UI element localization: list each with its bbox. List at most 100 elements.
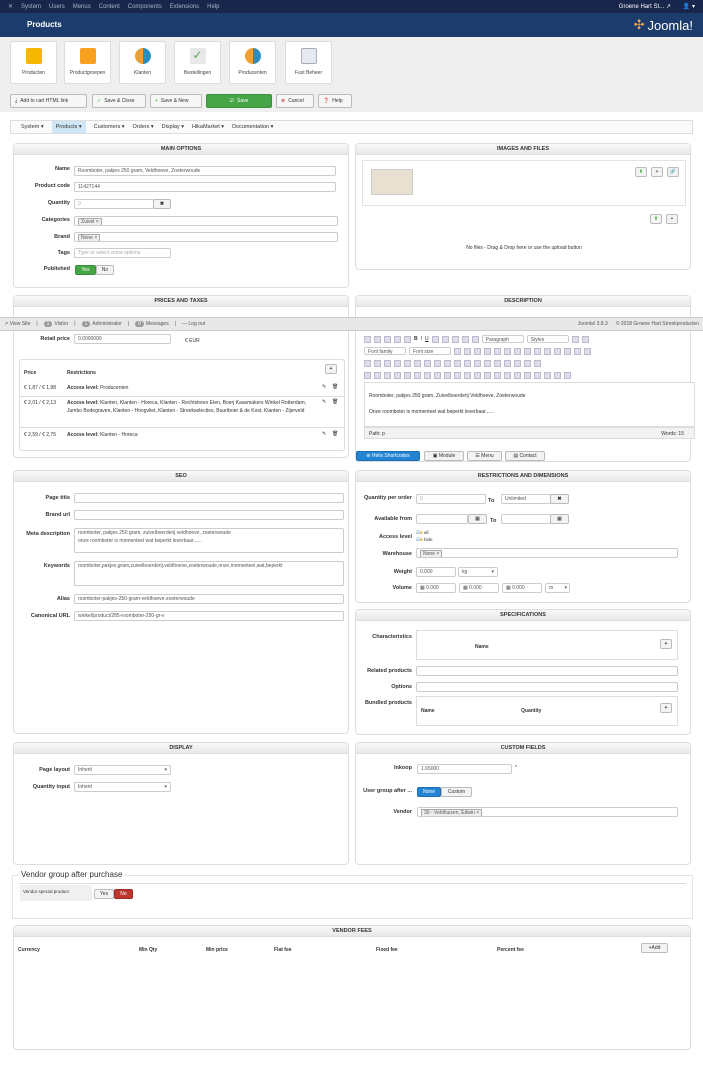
menu-extensions[interactable]: Extensions <box>170 4 199 10</box>
add-image-icon[interactable]: + <box>651 167 663 177</box>
page-title-input[interactable] <box>74 493 344 503</box>
add-to-cart-link-button[interactable]: ⤓ Add to cart HTML link <box>10 94 87 108</box>
volume-unit-select[interactable]: m ▾ <box>545 583 570 593</box>
vendor-special-no[interactable]: No <box>114 889 133 899</box>
vendor-special-yes[interactable]: Yes <box>94 889 114 899</box>
quickicon-fust-beheer[interactable]: Fust Beheer <box>285 41 332 84</box>
upload-file-icon[interactable]: ⬆ <box>650 214 662 224</box>
retail-price-input[interactable]: 0.0000000 <box>74 334 171 344</box>
brand-url-input[interactable] <box>74 510 344 520</box>
page-layout-select[interactable]: Inherit ▾ <box>74 765 171 775</box>
available-from-input[interactable] <box>416 514 468 524</box>
hika-customers[interactable]: Customers ▾ <box>94 124 125 130</box>
logout-link[interactable]: — Log out <box>182 321 205 327</box>
menu-system[interactable]: System <box>21 4 41 10</box>
save-new-button[interactable]: + Save & New <box>150 94 202 108</box>
contact-button[interactable]: ▤ Contact <box>505 451 545 461</box>
quickicon-klanten[interactable]: Klanten <box>119 41 166 84</box>
published-no[interactable]: No <box>96 265 114 275</box>
category-chip[interactable]: Zuivel × <box>78 218 102 225</box>
font-family-select[interactable]: Font family <box>364 347 406 355</box>
view-site-link[interactable]: ↗ View Site <box>4 321 30 327</box>
related-products-input[interactable] <box>416 666 678 676</box>
files-dropzone[interactable]: No files - Drag & Drop here or use the u… <box>356 245 692 251</box>
module-button[interactable]: ▣ Module <box>424 451 464 461</box>
save-button[interactable]: ☑ Save <box>206 94 272 108</box>
add-price-button[interactable]: + <box>325 364 337 374</box>
user-group-none[interactable]: None <box>417 787 441 797</box>
clear-qty-max-button[interactable]: ✖ <box>550 494 569 504</box>
options-input[interactable] <box>416 682 678 692</box>
categories-input[interactable]: Zuivel × <box>74 216 338 226</box>
menu-button[interactable]: ☰ Menu <box>467 451 502 461</box>
brand-input[interactable]: None × <box>74 232 338 242</box>
trash-icon[interactable]: 🗑 <box>332 384 338 390</box>
product-code-input[interactable]: 11427144 <box>74 182 336 192</box>
weight-unit-select[interactable]: kg ▾ <box>458 567 498 577</box>
add-characteristic-button[interactable]: + <box>660 639 672 649</box>
name-input[interactable]: Roomboter, pakjes 250 gram, Veldhoeve, Z… <box>74 166 336 176</box>
link-image-icon[interactable]: 🔗 <box>667 167 679 177</box>
access-hide-checkbox[interactable]: ☑■ hide <box>416 537 433 543</box>
width-input[interactable]: ▦ 0.000 <box>459 583 499 593</box>
help-button[interactable]: ❓ Help <box>318 94 352 108</box>
visitors[interactable]: 1 Visitor <box>43 321 68 327</box>
calendar-icon[interactable]: ▦ <box>468 514 487 524</box>
helix-shortcodes-button[interactable]: ⊛ Helix Shortcodes <box>356 451 420 461</box>
hika-hikamarket[interactable]: HikaMarket ▾ <box>192 124 224 130</box>
font-size-select[interactable]: Font size <box>409 347 451 355</box>
brand-chip[interactable]: None × <box>78 234 101 241</box>
edit-icon[interactable]: ✎ <box>322 384 326 390</box>
menu-menus[interactable]: Menus <box>73 4 91 10</box>
access-all-checkbox[interactable]: ☑■ all <box>416 530 429 536</box>
editor-content[interactable]: Roomboter, pakjes 250 gram, Zuivelboerde… <box>364 382 695 427</box>
length-input[interactable]: ▦ 0.000 <box>416 583 456 593</box>
weight-input[interactable]: 0.000 <box>416 567 456 577</box>
product-image-thumbnail[interactable] <box>371 169 413 195</box>
published-yes[interactable]: Yes <box>75 265 96 275</box>
quantity-input-select[interactable]: Inherit ▾ <box>74 782 171 792</box>
messages[interactable]: 0 Messages <box>135 321 169 327</box>
edit-icon[interactable]: ✎ <box>322 399 326 405</box>
tags-input[interactable]: Type or select some options <box>74 248 171 258</box>
add-bundled-button[interactable]: + <box>660 703 672 713</box>
inkoop-input[interactable]: 1.65000 <box>417 764 512 774</box>
menu-help[interactable]: Help <box>207 4 219 10</box>
add-file-icon[interactable]: + <box>666 214 678 224</box>
cancel-button[interactable]: ⊗ Cancel <box>276 94 314 108</box>
meta-description-textarea[interactable]: roomboter, pakjes 250 gram, zuivelboerde… <box>74 528 344 553</box>
trash-icon[interactable]: 🗑 <box>332 399 338 405</box>
vendor-input[interactable]: 30 - Veldhuizen, Edwin × <box>417 807 678 817</box>
hika-orders[interactable]: Orders ▾ <box>133 124 154 130</box>
quantity-input[interactable]: 0 <box>74 199 154 209</box>
calendar-icon[interactable]: ▦ <box>550 514 569 524</box>
add-fee-button[interactable]: +Add <box>641 943 668 953</box>
keywords-textarea[interactable]: roomboter,pakjes,gram,zuivelboerderij,ve… <box>74 561 344 586</box>
styles-select[interactable]: Styles <box>526 335 569 343</box>
alias-input[interactable]: roomboter-pakjes-250-gram-veldhoeve-zoet… <box>74 594 344 604</box>
quickicon-producenten[interactable]: Producenten <box>229 41 276 84</box>
qty-max-input[interactable]: Unlimited <box>501 494 551 504</box>
quickicon-producten[interactable]: Producten <box>10 41 57 84</box>
format-select[interactable]: Paragraph <box>481 335 524 343</box>
save-close-button[interactable]: ✓ Save & Close <box>92 94 146 108</box>
height-input[interactable]: ▦ 0.000 <box>502 583 542 593</box>
upload-image-icon[interactable]: ⬆ <box>635 167 647 177</box>
clear-quantity-button[interactable]: ✖ <box>153 199 171 209</box>
edit-icon[interactable]: ✎ <box>322 431 326 437</box>
hika-system[interactable]: System ▾ <box>21 124 44 130</box>
menu-users[interactable]: Users <box>49 4 65 10</box>
trash-icon[interactable]: 🗑 <box>332 431 338 437</box>
hika-documentation[interactable]: Documentation ▾ <box>232 124 273 130</box>
hika-products[interactable]: Products ▾ <box>51 121 86 133</box>
menu-content[interactable]: Content <box>99 4 120 10</box>
administrators[interactable]: 1 Administrator <box>81 321 122 327</box>
warehouse-input[interactable]: None × <box>416 548 678 558</box>
quickicon-productgroepen[interactable]: Productgroepen <box>64 41 111 84</box>
qty-min-input[interactable]: 0 <box>416 494 486 504</box>
canonical-url-input[interactable]: winkel/product/285-roomboter-250-gr-v <box>74 611 344 621</box>
user-menu[interactable]: 👤 ▾ <box>683 3 695 10</box>
quickicon-bestellingen[interactable]: ✓ Bestellingen <box>174 41 221 84</box>
available-to-input[interactable] <box>501 514 551 524</box>
user-group-custom[interactable]: Custom <box>441 787 472 797</box>
